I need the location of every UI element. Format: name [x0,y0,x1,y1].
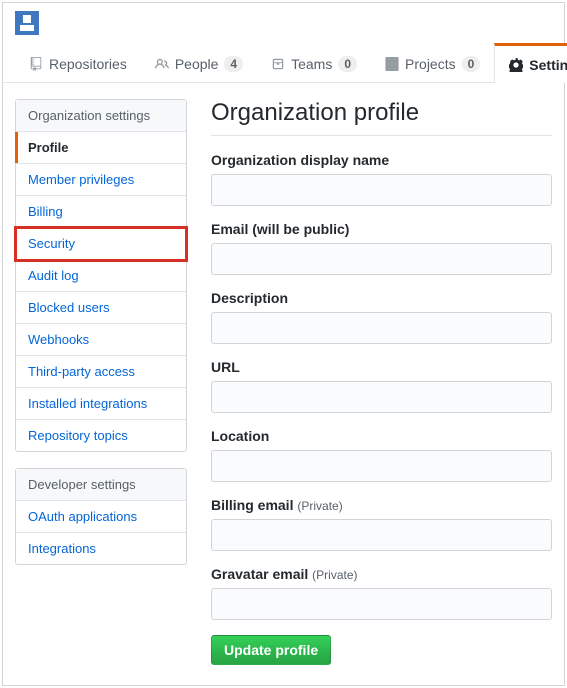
sidebar-item-third-party-access[interactable]: Third-party access [16,356,186,388]
sidebar-item-installed-integrations[interactable]: Installed integrations [16,388,186,420]
tab-settings[interactable]: Settings [494,43,567,83]
update-profile-button[interactable]: Update profile [211,635,331,665]
note-private: (Private) [312,568,357,582]
org-header [3,3,564,43]
repo-icon [29,57,43,71]
label-location: Location [211,428,552,444]
input-location[interactable] [211,450,552,482]
page-title: Organization profile [211,99,552,136]
sidebar: Organization settings Profile Member pri… [15,99,187,665]
people-count: 4 [224,56,243,72]
sidebar-item-integrations[interactable]: Integrations [16,533,186,564]
menu-header-dev: Developer settings [16,469,186,501]
sidebar-item-security[interactable]: Security [16,228,186,260]
tab-projects[interactable]: Projects 0 [371,43,494,82]
input-gravatar-email[interactable] [211,588,552,620]
input-description[interactable] [211,312,552,344]
label-gravatar-email: Gravatar email (Private) [211,566,552,582]
label-url: URL [211,359,552,375]
sidebar-item-profile[interactable]: Profile [16,132,186,164]
sidebar-item-billing[interactable]: Billing [16,196,186,228]
label-billing-email: Billing email (Private) [211,497,552,513]
input-url[interactable] [211,381,552,413]
tab-teams[interactable]: Teams 0 [257,43,371,82]
tab-label: Settings [529,57,567,73]
label-description: Description [211,290,552,306]
sidebar-item-oauth-applications[interactable]: OAuth applications [16,501,186,533]
sidebar-item-audit-log[interactable]: Audit log [16,260,186,292]
sidebar-item-member-privileges[interactable]: Member privileges [16,164,186,196]
people-icon [155,57,169,71]
tab-people[interactable]: People 4 [141,43,257,82]
input-display-name[interactable] [211,174,552,206]
tab-label: People [175,56,219,72]
label-display-name: Organization display name [211,152,552,168]
org-avatar[interactable] [15,11,39,35]
sidebar-item-webhooks[interactable]: Webhooks [16,324,186,356]
projects-count: 0 [462,56,481,72]
gear-icon [509,58,523,72]
input-email[interactable] [211,243,552,275]
input-billing-email[interactable] [211,519,552,551]
main-content: Organization profile Organization displa… [211,99,552,665]
tab-label: Repositories [49,56,127,72]
tab-bar: Repositories People 4 Teams 0 Projects 0… [3,43,564,83]
teams-icon [271,57,285,71]
org-settings-menu: Organization settings Profile Member pri… [15,99,187,452]
tab-label: Teams [291,56,332,72]
tab-label: Projects [405,56,456,72]
note-private: (Private) [297,499,342,513]
sidebar-item-blocked-users[interactable]: Blocked users [16,292,186,324]
teams-count: 0 [338,56,357,72]
tab-repositories[interactable]: Repositories [15,43,141,82]
dev-settings-menu: Developer settings OAuth applications In… [15,468,187,565]
sidebar-item-repository-topics[interactable]: Repository topics [16,420,186,451]
label-email: Email (will be public) [211,221,552,237]
menu-header-org: Organization settings [16,100,186,132]
projects-icon [385,57,399,71]
